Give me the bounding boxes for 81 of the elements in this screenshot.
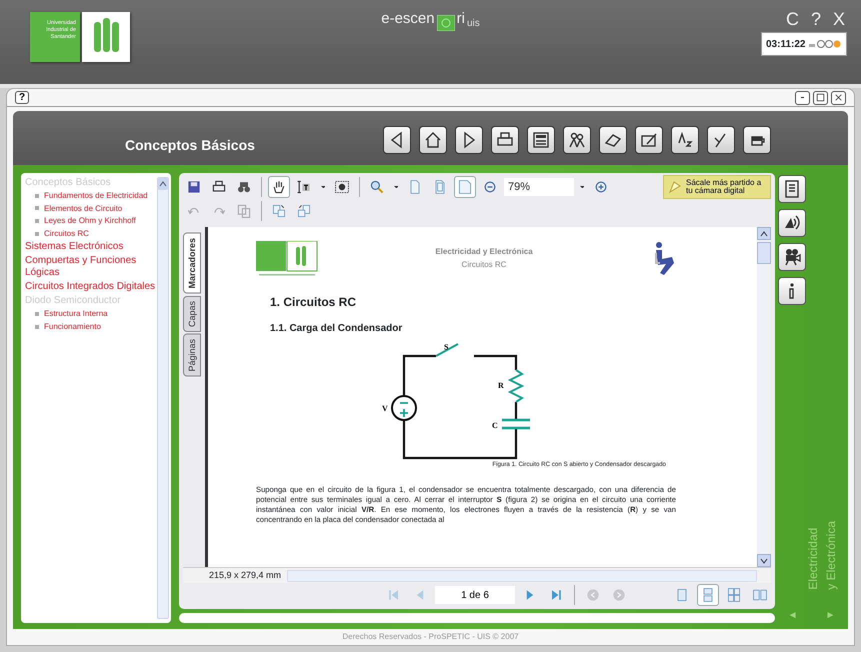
document-subheading: 1.1. Carga del Condensador — [270, 322, 404, 336]
app-logo-icon — [436, 14, 455, 30]
maximize-button[interactable] — [813, 90, 828, 104]
tool-button[interactable] — [599, 126, 627, 154]
clock-time: 03:11:22 — [766, 38, 806, 52]
facing-continuous-icon — [726, 587, 742, 603]
home-icon — [423, 130, 443, 150]
camera-icon — [668, 180, 682, 194]
side-button[interactable] — [778, 277, 806, 305]
bullet-icon — [35, 219, 39, 224]
scrollbar[interactable] — [157, 177, 169, 619]
people-icon — [567, 130, 587, 150]
tool-button[interactable] — [419, 126, 447, 154]
bullet-icon — [35, 324, 39, 329]
side-button[interactable] — [778, 243, 806, 271]
tool-button[interactable] — [491, 126, 519, 154]
tool-button[interactable] — [635, 126, 663, 154]
tool-button[interactable] — [707, 126, 735, 154]
tool-button[interactable] — [383, 126, 411, 154]
close-icon — [833, 92, 844, 103]
tree-subitem[interactable]: Estructura Interna — [44, 309, 108, 318]
window-control[interactable]: ? — [810, 6, 821, 33]
tool-button[interactable] — [743, 126, 771, 154]
tree-subitem[interactable]: Fundamentos de Electricidad — [44, 191, 148, 200]
zoom-field[interactable]: 79% — [504, 178, 574, 196]
side-button[interactable] — [778, 175, 806, 203]
page-size-label: 215,9 x 279,4 mm — [209, 568, 282, 582]
app-title: ri — [456, 9, 465, 29]
clock-icons-drawing — [809, 39, 842, 49]
brand-text: Electricidad — [804, 526, 820, 590]
scroll-thumb[interactable] — [757, 242, 771, 264]
circuit-label: V — [382, 404, 388, 413]
document-heading: 1. Circuitos RC — [270, 294, 358, 311]
close-button[interactable] — [831, 90, 846, 104]
tree-subitem[interactable]: Leyes de Ohm y Kirchhoff — [44, 216, 136, 226]
side-tab[interactable]: Capas — [183, 296, 201, 332]
brand-text: y Electrónica — [822, 521, 838, 590]
document-logo-icon — [256, 241, 318, 277]
calculator-icon — [531, 130, 551, 150]
facing-page-icon — [752, 587, 768, 603]
side-tab[interactable]: Marcadores — [183, 233, 201, 294]
help-button[interactable]: ? — [15, 91, 29, 104]
minimize-icon — [800, 96, 804, 98]
minimize-button[interactable] — [795, 90, 810, 104]
maximize-icon — [815, 92, 826, 103]
section-title: Conceptos Básicos — [124, 136, 256, 155]
bullet-icon — [35, 312, 39, 316]
info-icon — [789, 283, 794, 299]
tree-item[interactable]: Compuertas y Funciones Lógicas — [25, 255, 157, 280]
tree-subitem[interactable]: Funcionamiento — [44, 322, 101, 331]
page-field[interactable]: 1 de 6 — [435, 586, 515, 604]
tree-subitem[interactable]: Circuitos RC — [44, 228, 89, 238]
scroll-down-icon[interactable] — [760, 558, 768, 564]
tool-button[interactable] — [455, 126, 483, 154]
tool-button[interactable] — [563, 126, 591, 154]
horizontal-scrollbar[interactable] — [287, 570, 757, 582]
app-title: e-escen — [381, 9, 435, 29]
view-button[interactable] — [697, 584, 719, 606]
document-header-title: Electricidad y Electrónica — [434, 246, 534, 258]
tool-button[interactable] — [527, 126, 555, 154]
bullet-icon — [35, 206, 39, 210]
scroll-up-icon[interactable] — [159, 181, 167, 187]
scroll-up-icon[interactable] — [760, 230, 768, 236]
scrollbar[interactable] — [757, 227, 771, 567]
tip-button[interactable]: Sácale más partido a tu cámara digital — [663, 175, 771, 199]
window-control[interactable]: X — [832, 6, 845, 33]
app-subtitle: uis — [466, 16, 480, 30]
side-tab[interactable]: Páginas — [183, 334, 201, 376]
circuit-label: S — [444, 342, 448, 352]
tool-button[interactable] — [671, 126, 699, 154]
side-button[interactable] — [778, 209, 806, 237]
tree-item[interactable]: Sistemas Electrónicos — [25, 241, 157, 254]
circuit-label: C — [492, 421, 498, 430]
document-header-subtitle: Circuitos RC — [460, 259, 508, 271]
circuit-label: R — [498, 381, 504, 390]
window-control[interactable]: C — [786, 6, 799, 33]
footer-text: Derechos Reservados - ProSPETIC - UIS © 2007 — [341, 631, 520, 643]
tree-item[interactable]: Circuitos Integrados Digitales — [25, 281, 157, 294]
tree-subitem[interactable]: Elementos de Circuito — [44, 204, 122, 213]
bullet-icon — [35, 232, 39, 236]
bullet-icon — [35, 194, 39, 198]
